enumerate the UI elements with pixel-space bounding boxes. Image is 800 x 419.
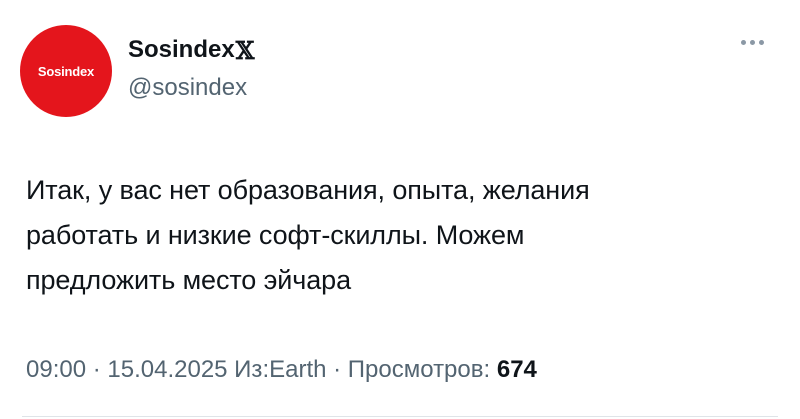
tweet-date[interactable]: 15.04.2025 — [107, 356, 227, 383]
x-badge-icon: 𝕏 — [235, 35, 255, 65]
avatar-logo-text: Sosindex — [37, 63, 95, 79]
more-dot-icon — [749, 39, 755, 45]
avatar[interactable]: Sosindex — [20, 25, 112, 117]
more-options-button[interactable] — [732, 30, 772, 54]
author-name-row: Sosindex 𝕏 — [128, 34, 254, 66]
tweet-time[interactable]: 09:00 — [26, 356, 86, 383]
tweet-card: Sosindex Sosindex 𝕏 @sosindex Итак, у ва… — [0, 0, 800, 419]
tweet-source: Из:Earth — [227, 356, 327, 383]
more-dot-icon — [740, 39, 746, 45]
meta-separator: · — [86, 356, 108, 383]
tweet-text: Итак, у вас нет образования, опыта, жела… — [26, 175, 590, 295]
views-count: 674 — [496, 356, 537, 383]
more-dot-icon — [758, 39, 764, 45]
meta-separator: · — [326, 356, 348, 383]
author-handle[interactable]: @sosindex — [128, 74, 247, 102]
divider — [22, 416, 778, 417]
author-display-name[interactable]: Sosindex — [128, 36, 235, 64]
views-label: Просмотров: — [347, 356, 497, 383]
tweet-meta: 09:00 · 15.04.2025 Из:Earth · Просмотров… — [26, 356, 537, 384]
